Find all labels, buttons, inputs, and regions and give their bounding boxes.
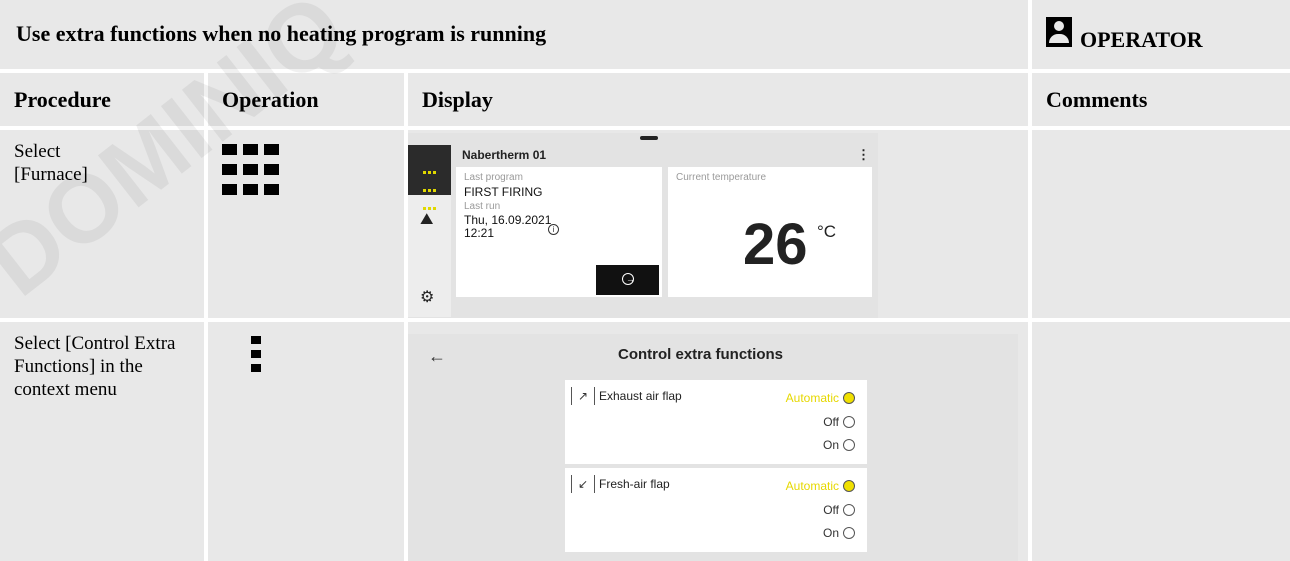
display-cell-2: ← Control extra functions ↗ Exhaust air … (408, 322, 1028, 561)
kebab-icon[interactable]: ⋮ (857, 147, 870, 163)
option-off[interactable]: Off (823, 415, 855, 429)
current-temp-label: Current temperature (676, 172, 767, 183)
table-title: Use extra functions when no heating prog… (16, 21, 547, 46)
gear-icon[interactable]: ⚙ (420, 287, 434, 307)
current-temp-value: 26 (743, 212, 808, 277)
procedure-cell-2: Select [Control Extra Functions] in the … (0, 322, 204, 561)
fresh-air-flap-card: ↙ Fresh-air flap Automatic Off On (565, 468, 867, 552)
radio-selected[interactable] (843, 480, 855, 492)
header-operation-cell: Operation (208, 73, 404, 126)
temp-unit: °C (817, 222, 837, 241)
info-icon[interactable]: i (548, 224, 559, 235)
radio[interactable] (843, 416, 855, 428)
flap-name: Exhaust air flap (599, 389, 682, 403)
procedure-cell-1: Select [Furnace] (0, 130, 204, 318)
option-on[interactable]: On (823, 526, 855, 540)
header-display: Display (422, 87, 493, 112)
back-arrow-icon[interactable]: ← (428, 346, 446, 367)
role-badge: OPERATOR (1046, 17, 1203, 52)
extra-functions-screen: ← Control extra functions ↗ Exhaust air … (408, 334, 1018, 561)
display-cell-1: ⛰ ⚙ Nabertherm 01 ⋮ Last program FIRST F… (408, 130, 1028, 318)
operation-cell-1 (208, 130, 404, 318)
fresh-air-flap-icon: ↙ (571, 475, 595, 493)
last-program-value: FIRST FIRING (464, 185, 543, 199)
start-program-button[interactable]: → (596, 265, 659, 295)
last-run-date: Thu, 16.09.2021 (464, 213, 552, 227)
comments-cell-2 (1032, 322, 1290, 561)
radio[interactable] (843, 527, 855, 539)
instruction-table: Use extra functions when no heating prog… (0, 0, 1290, 561)
handle-bar (640, 136, 658, 140)
header-procedure: Procedure (14, 87, 111, 112)
procedure-text-2: Select [Control Extra Functions] in the … (14, 333, 176, 400)
header-comments: Comments (1046, 87, 1148, 112)
radio-selected[interactable] (843, 392, 855, 404)
temperature-card: Current temperature 26 °C (668, 167, 872, 297)
header-operation: Operation (222, 87, 319, 112)
header-comments-cell: Comments (1032, 73, 1290, 126)
operation-cell-2 (208, 322, 404, 561)
screen-title: Control extra functions (618, 346, 784, 363)
header-display-cell: Display (408, 73, 1028, 126)
option-off[interactable]: Off (823, 503, 855, 517)
grid-3x3-icon (222, 144, 288, 204)
option-on[interactable]: On (823, 438, 855, 452)
grid-icon (423, 163, 438, 217)
option-automatic[interactable]: Automatic (786, 479, 855, 493)
radio[interactable] (843, 439, 855, 451)
option-automatic[interactable]: Automatic (786, 391, 855, 405)
role-label: OPERATOR (1080, 27, 1203, 52)
comments-cell-1 (1032, 130, 1290, 318)
header-procedure-cell: Procedure (0, 73, 204, 126)
sidebar: ⛰ ⚙ (408, 145, 451, 317)
last-run-time: 12:21 (464, 226, 495, 240)
operator-icon (1046, 17, 1072, 47)
table-title-cell: Use extra functions when no heating prog… (0, 0, 1028, 69)
exhaust-flap-card: ↗ Exhaust air flap Automatic Off On (565, 380, 867, 464)
procedure-text-1: Select [Furnace] (14, 141, 88, 185)
role-cell: OPERATOR (1032, 0, 1290, 69)
exhaust-flap-icon: ↗ (571, 387, 595, 405)
device-name: Nabertherm 01 (462, 148, 547, 162)
last-run-label: Last run (464, 201, 501, 212)
radio[interactable] (843, 504, 855, 516)
last-program-label: Last program (464, 172, 523, 183)
last-program-card: Last program FIRST FIRING Last run Thu, … (456, 167, 662, 297)
sidebar-item-furnace[interactable] (408, 145, 451, 210)
vertical-dots-icon (251, 336, 261, 378)
chart-icon[interactable]: ⛰ (420, 211, 433, 229)
furnace-screen: ⛰ ⚙ Nabertherm 01 ⋮ Last program FIRST F… (408, 133, 878, 318)
flap-name: Fresh-air flap (599, 477, 670, 491)
